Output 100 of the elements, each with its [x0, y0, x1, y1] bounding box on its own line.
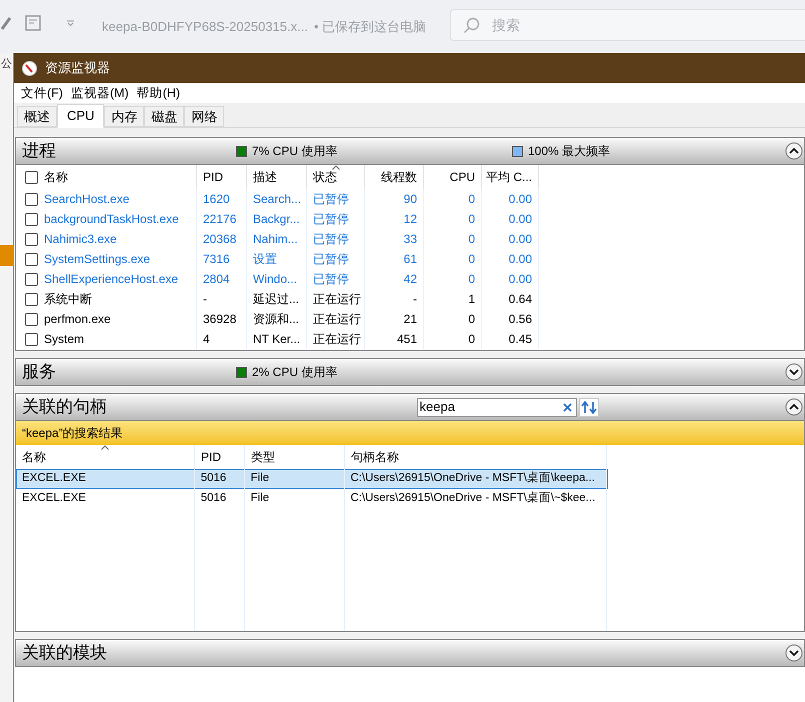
- menu-item[interactable]: 帮助(H): [134, 84, 184, 102]
- search-icon: [463, 16, 480, 34]
- selected-cell: [0, 245, 14, 266]
- column-header[interactable]: 平均 C...: [486, 168, 532, 186]
- table-cell-text: File: [250, 471, 270, 486]
- section-header[interactable]: 服务 2% CPU 使用率: [15, 358, 805, 386]
- table-cell-text: 20368: [203, 231, 236, 248]
- table-cell-text: 0.00: [508, 231, 532, 248]
- checkbox[interactable]: [25, 292, 38, 306]
- table-cell-text: 0.00: [508, 211, 532, 228]
- usage-label: 2% CPU 使用率: [252, 364, 338, 381]
- process-name[interactable]: ShellExperienceHost.exe: [44, 270, 178, 288]
- table-cell-text: 0: [468, 271, 475, 288]
- table-cell-text: 0: [468, 331, 475, 348]
- column-header[interactable]: 类型: [251, 448, 275, 466]
- refresh-icon[interactable]: [580, 398, 598, 416]
- process-name[interactable]: perfmon.exe: [44, 310, 111, 328]
- section-header[interactable]: 进程 7% CPU 使用率 100% 最大频率: [15, 137, 805, 165]
- table-cell-text: Search...: [253, 191, 302, 208]
- table-cell-text: 正在运行: [313, 331, 361, 348]
- section-header[interactable]: 关联的句柄 keepa: [15, 393, 805, 421]
- column-header[interactable]: 名称: [44, 168, 68, 186]
- process-name[interactable]: SearchHost.exe: [44, 190, 130, 208]
- tab[interactable]: 概述: [17, 106, 57, 127]
- collapse-icon[interactable]: [785, 398, 803, 416]
- table-cell-text: 2804: [203, 271, 230, 288]
- table-cell-text: 0: [468, 231, 475, 248]
- checkbox[interactable]: [25, 232, 38, 246]
- table-cell-text: 延迟过...: [253, 291, 300, 308]
- table-row[interactable]: EXCEL.EXE 5016 File C:\Users\26915\OneDrive - MSFT\桌面\keepa...: [16, 469, 608, 489]
- process-name[interactable]: backgroundTaskHost.exe: [44, 210, 179, 228]
- table-cell-text: 0.00: [508, 251, 532, 268]
- section-header[interactable]: 关联的模块: [15, 639, 805, 667]
- column-header[interactable]: 句柄名称: [351, 448, 399, 466]
- table-cell-text: C:\Users\26915\OneDrive - MSFT\桌面\keepa...: [350, 470, 595, 486]
- menu-item[interactable]: 文件(F): [18, 84, 66, 102]
- table-cell-text: EXCEL.EXE: [22, 471, 86, 486]
- table-cell-text: 1: [468, 291, 475, 308]
- section-title: 关联的模块: [22, 642, 108, 664]
- table-cell-text: 5016: [200, 491, 226, 506]
- table-cell-text: Backgr...: [253, 211, 300, 228]
- table-cell-text: -: [413, 291, 417, 308]
- menu-item[interactable]: 监视器(M): [68, 84, 132, 102]
- cpu-meter-icon: [236, 146, 247, 156]
- collapse-icon[interactable]: [785, 142, 803, 160]
- search-field[interactable]: 搜索: [450, 9, 805, 41]
- tab[interactable]: 网络: [184, 106, 224, 127]
- process-name[interactable]: SystemSettings.exe: [44, 250, 150, 268]
- results-banner: “keepa”的搜索结果: [16, 421, 804, 445]
- tab[interactable]: CPU: [57, 104, 104, 128]
- table-cell-text: 0: [468, 311, 475, 328]
- table-row[interactable]: EXCEL.EXE 5016 File C:\Users\26915\OneDrive - MSFT\桌面\~$kee...: [16, 489, 608, 509]
- table-cell-text: 资源和...: [253, 311, 300, 328]
- checkbox[interactable]: [25, 272, 38, 286]
- table-cell-text: 0.64: [508, 291, 532, 308]
- table-cell-text: 21: [404, 311, 417, 328]
- column-header[interactable]: PID: [203, 168, 224, 186]
- table-cell-text: 4: [203, 331, 210, 348]
- table-cell-text: 12: [404, 211, 417, 228]
- column-header[interactable]: CPU: [450, 168, 475, 186]
- table-cell-text: 36928: [203, 311, 236, 328]
- table-cell-text: 已暂停: [313, 251, 349, 268]
- checkbox[interactable]: [25, 252, 38, 266]
- checkbox[interactable]: [25, 312, 38, 326]
- table-cell-text: 0: [468, 211, 475, 228]
- table-cell-text: 0.56: [508, 311, 532, 328]
- table-cell-text: 90: [404, 191, 417, 208]
- table-cell-text: Windo...: [253, 271, 298, 288]
- process-name[interactable]: Nahimic3.exe: [44, 230, 117, 248]
- checkbox[interactable]: [25, 212, 38, 226]
- tab[interactable]: 磁盘: [144, 106, 184, 127]
- column-header[interactable]: 状态: [313, 168, 337, 186]
- checkbox[interactable]: [25, 332, 38, 346]
- table-cell-text: 已暂停: [313, 271, 349, 288]
- table-cell-text: File: [250, 491, 270, 506]
- table-cell-text: -: [203, 291, 207, 308]
- search-input[interactable]: 搜索: [492, 14, 692, 36]
- column-header[interactable]: 线程数: [381, 168, 417, 186]
- section-title: 服务: [22, 361, 57, 384]
- process-name[interactable]: System: [44, 330, 84, 348]
- ribbon-label: 公: [1, 59, 12, 70]
- clear-icon[interactable]: [562, 402, 572, 412]
- select-all-checkbox[interactable]: [25, 170, 38, 184]
- tab[interactable]: 内存: [104, 106, 144, 127]
- table-cell-text: C:\Users\26915\OneDrive - MSFT\桌面\~$kee...: [350, 490, 596, 506]
- column-header[interactable]: PID: [201, 448, 222, 466]
- table-cell-text: 已暂停: [313, 191, 349, 208]
- table-cell-text: 正在运行: [313, 291, 361, 308]
- table-cell-text: NT Ker...: [253, 331, 300, 348]
- column-header[interactable]: 描述: [253, 168, 277, 186]
- table-cell-text: 已暂停: [313, 231, 349, 248]
- usage-label: 100% 最大频率: [528, 143, 610, 160]
- column-header[interactable]: 名称: [22, 448, 46, 466]
- checkbox[interactable]: [25, 192, 38, 206]
- frequency-meter-icon: [512, 146, 523, 156]
- table-cell-text: 22176: [203, 211, 236, 228]
- process-name[interactable]: 系统中断: [44, 290, 92, 308]
- expand-icon[interactable]: [785, 363, 803, 381]
- table-cell-text: 5016: [200, 471, 226, 486]
- expand-icon[interactable]: [785, 644, 803, 662]
